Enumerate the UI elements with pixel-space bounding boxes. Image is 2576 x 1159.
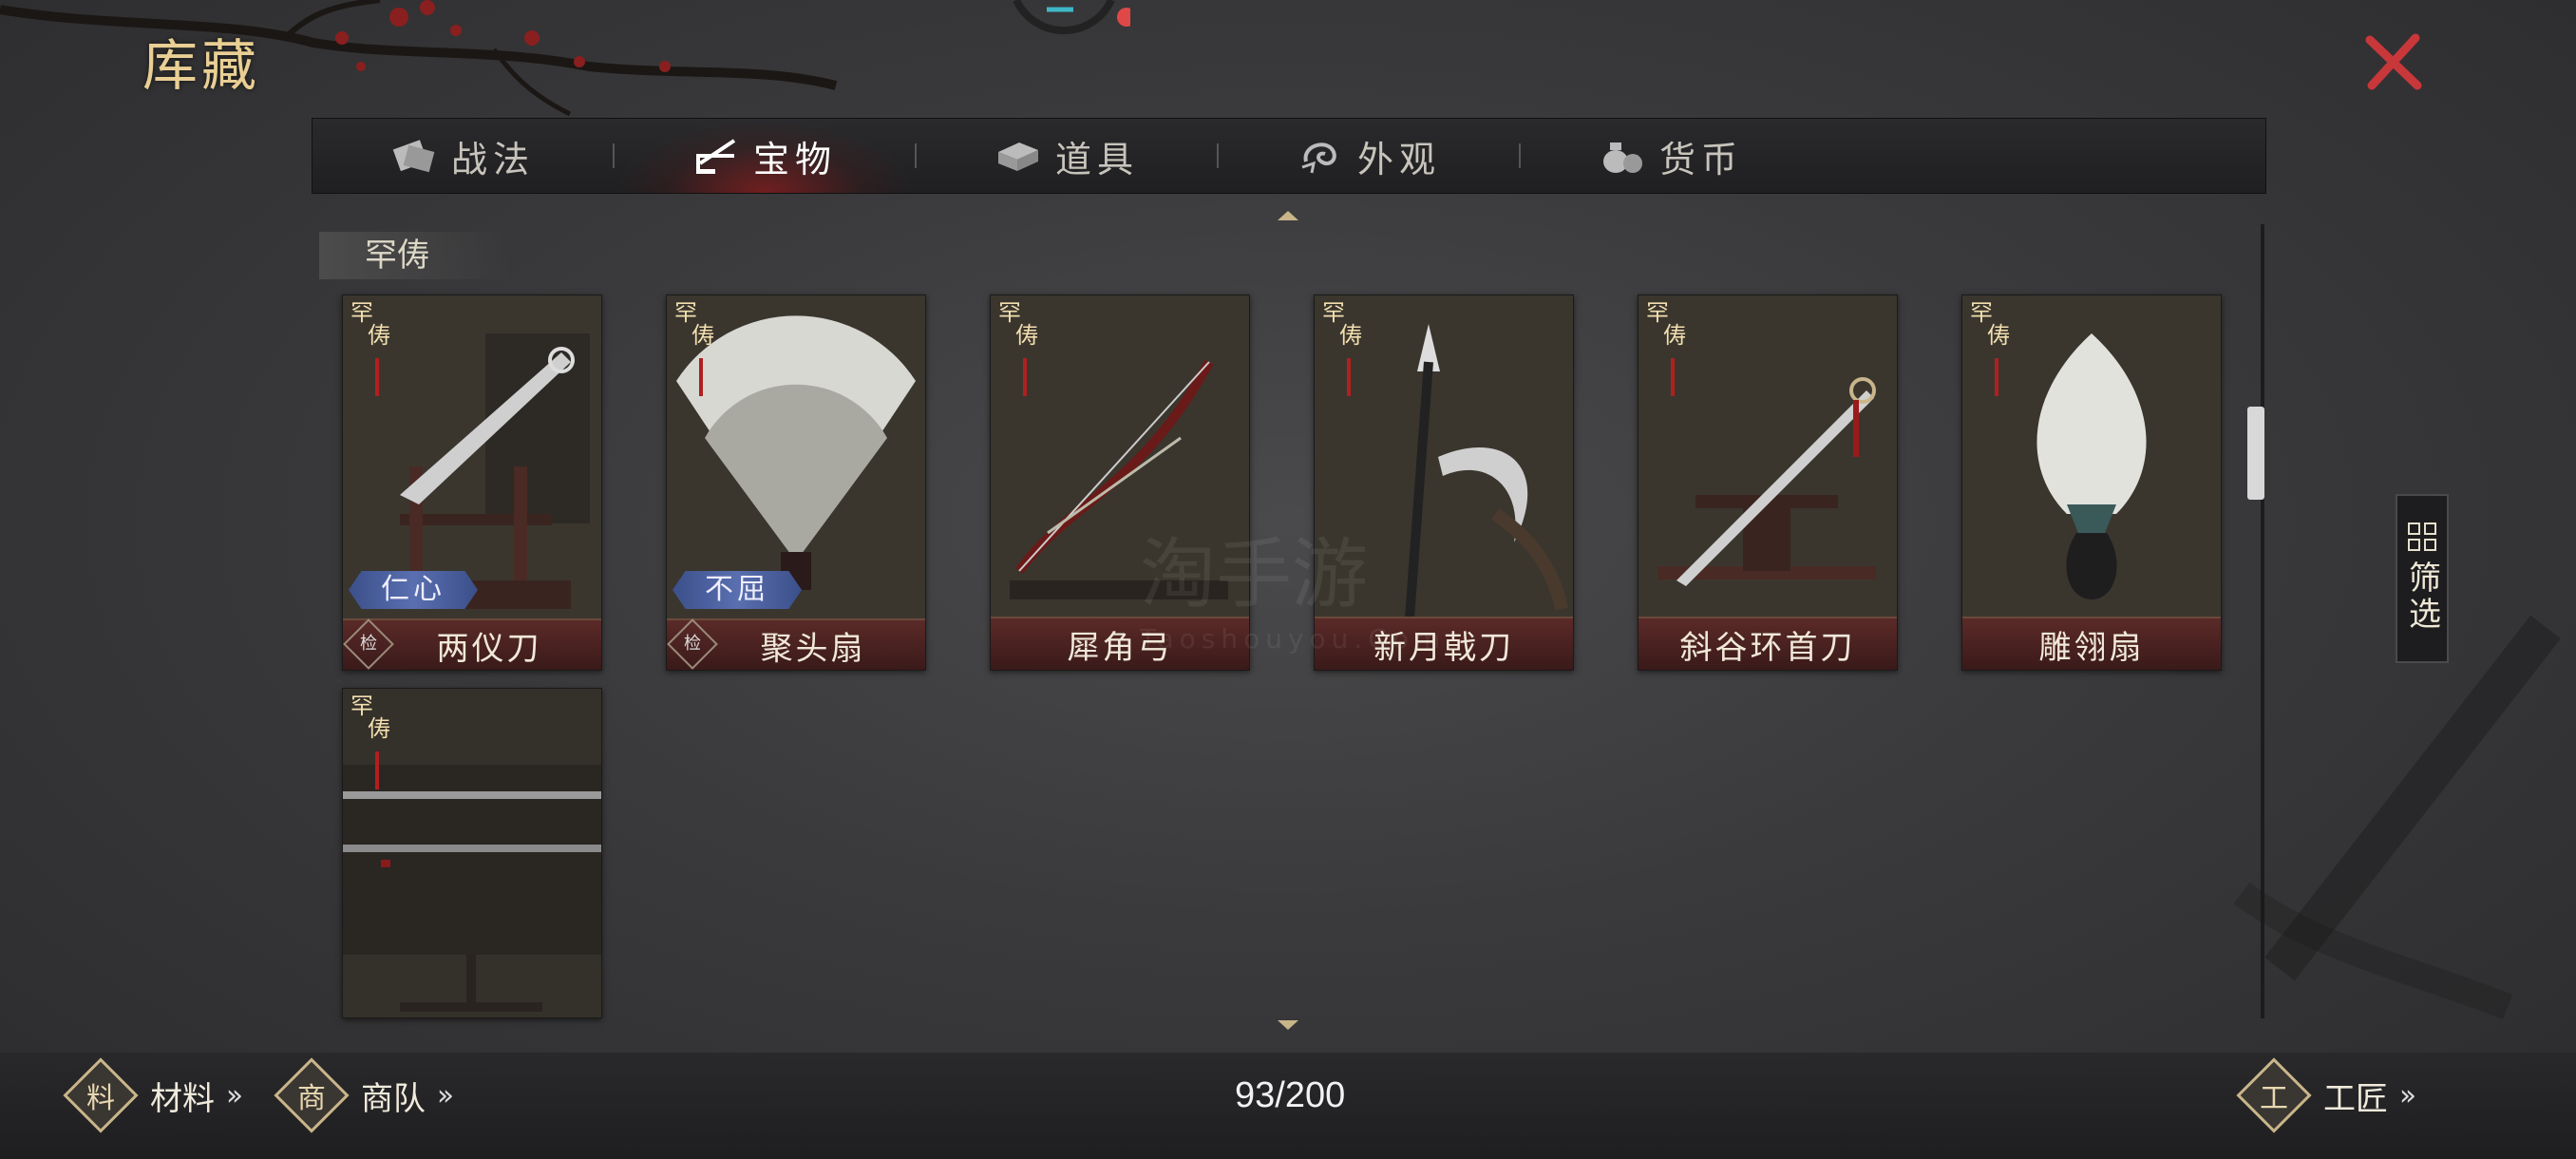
tab-currency[interactable]: 货币 — [1521, 119, 1821, 193]
materials-label: 材料 — [150, 1079, 215, 1118]
tassel-decoration — [375, 358, 379, 396]
caravan-label: 商队 — [361, 1079, 426, 1118]
caravan-icon: 商 — [274, 1057, 350, 1133]
item-card-liangyi-blade[interactable]: 罕俦 仁心 两仪刀 检 — [342, 294, 602, 671]
tassel-decoration — [1347, 358, 1351, 396]
tab-label: 宝物 — [752, 138, 837, 180]
item-card-eagle-feather-fan[interactable]: 罕俦 雕翎扇 — [1961, 294, 2222, 671]
chest-icon — [997, 142, 1038, 171]
caravan-button[interactable]: 商 商队 ›› — [274, 1057, 454, 1133]
rarity-tag: 罕俦 — [350, 299, 390, 349]
craftsman-button[interactable]: 工 工匠 ›› — [2236, 1057, 2416, 1133]
top-indicator-icon — [1013, 0, 1130, 35]
tab-label: 道具 — [1054, 138, 1139, 180]
scroll-up-arrow-icon[interactable] — [1276, 209, 1300, 222]
money-bag-icon — [1602, 142, 1642, 173]
swirl-icon — [1301, 142, 1336, 174]
craftsman-label: 工匠 — [2323, 1079, 2388, 1118]
materials-icon: 料 — [63, 1057, 139, 1133]
rarity-tag: 罕俦 — [998, 299, 1038, 349]
craftsman-icon: 工 — [2236, 1057, 2312, 1133]
grid-filter-icon — [2408, 522, 2436, 551]
trait-badge: 仁心 — [349, 571, 478, 609]
section-label: 罕俦 — [319, 232, 509, 279]
rarity-tag: 罕俦 — [1322, 299, 1362, 349]
item-card-xiegu-ring-blade[interactable]: 罕俦 斜谷环首刀 — [1638, 294, 1898, 671]
tab-label: 战法 — [450, 138, 535, 180]
tab-appearance[interactable]: 外观 — [1219, 119, 1519, 193]
filter-label: 筛选 — [2402, 560, 2441, 633]
watermark: 淘手游 Taoshouyou.Com — [1140, 530, 1447, 655]
materials-button[interactable]: 料 材料 ›› — [63, 1057, 243, 1133]
plum-branch-decoration — [0, 0, 838, 117]
tab-items[interactable]: 道具 — [917, 119, 1217, 193]
scrollbar-track[interactable] — [2261, 224, 2264, 1018]
scroll-bundle-icon — [392, 140, 435, 173]
double-chevron-icon: ›› — [226, 1078, 243, 1112]
tab-treasures[interactable]: 宝物 — [615, 119, 915, 193]
category-tab-bar: 战法 宝物 道具 外观 货币 — [312, 118, 2266, 194]
page-title: 库藏 — [142, 33, 261, 98]
double-chevron-icon: ›› — [437, 1078, 454, 1112]
trait-badge: 不屈 — [672, 571, 802, 609]
item-card-sword-display[interactable]: 罕俦 — [342, 688, 602, 1018]
weapon-rack-icon — [695, 139, 736, 174]
tassel-decoration — [1023, 358, 1027, 396]
double-chevron-icon: ›› — [2399, 1078, 2416, 1112]
item-card-jutou-fan[interactable]: 罕俦 不屈 聚头扇 检 — [666, 294, 926, 671]
tab-label: 外观 — [1356, 138, 1441, 180]
tassel-decoration — [1671, 358, 1675, 396]
rarity-tag: 罕俦 — [674, 299, 714, 349]
rarity-tag: 罕俦 — [1970, 299, 2010, 349]
inventory-capacity: 93/200 — [1235, 1075, 1346, 1115]
close-icon[interactable] — [2360, 28, 2427, 95]
item-name: 斜谷环首刀 — [1638, 617, 1897, 670]
filter-button[interactable]: 筛选 — [2396, 494, 2449, 663]
item-name: 雕翎扇 — [1962, 617, 2221, 670]
tassel-decoration — [699, 358, 703, 396]
scroll-down-arrow-icon[interactable] — [1276, 1018, 1300, 1032]
weapon-silhouette-decoration — [2233, 615, 2561, 1019]
tassel-decoration — [375, 751, 379, 789]
rarity-tag: 罕俦 — [1646, 299, 1686, 349]
scrollbar-thumb[interactable] — [2247, 407, 2264, 500]
tab-label: 货币 — [1658, 138, 1743, 180]
rarity-tag: 罕俦 — [350, 693, 390, 742]
tassel-decoration — [1995, 358, 1998, 396]
tab-tactics[interactable]: 战法 — [313, 119, 613, 193]
